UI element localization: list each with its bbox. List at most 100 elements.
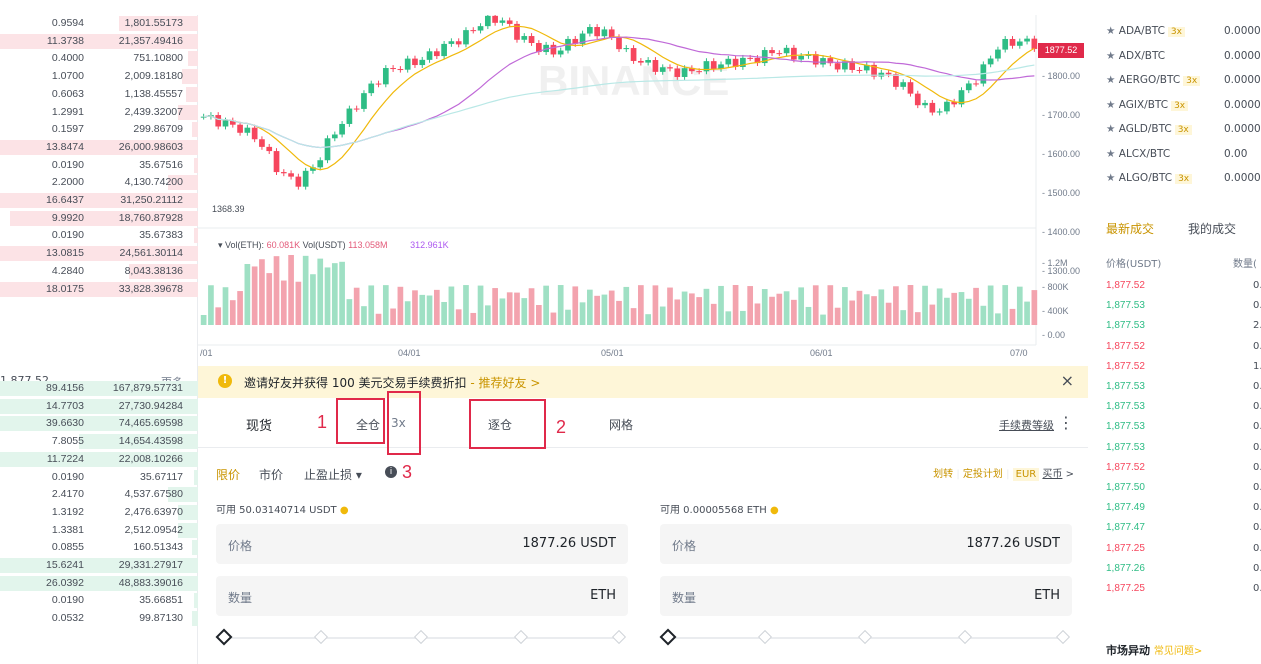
- kline-chart[interactable]: BINANCE - 1800.00- 1700.00- 1600.00- 1500…: [198, 15, 1088, 365]
- orderbook-ask-row[interactable]: 0.9594 1,801.55173: [0, 15, 198, 33]
- bid-total: 4,537.67580: [124, 488, 183, 501]
- star-icon[interactable]: ★: [1106, 148, 1115, 160]
- market-pair[interactable]: ★ ALCX/BTC: [1106, 148, 1170, 160]
- candle-body: [623, 48, 630, 50]
- orderbook-ask-row[interactable]: 4.2840 8,043.38136: [0, 263, 198, 281]
- orderbook-ask-row[interactable]: 16.6437 31,250.21112: [0, 192, 198, 210]
- sell-price-field[interactable]: 价格 1877.26 USDT: [660, 524, 1072, 564]
- orderbook-bid-row[interactable]: 0.0190 35.67117: [0, 469, 198, 487]
- ask-qty: 2.2000: [51, 176, 84, 189]
- star-icon[interactable]: ★: [1106, 99, 1115, 111]
- slider-step[interactable]: [313, 629, 329, 645]
- candle-body: [1024, 38, 1030, 42]
- orderbook-bid-row[interactable]: 89.4156 167,879.57731: [0, 380, 198, 398]
- market-pair[interactable]: ★ AERGO/BTC 3x: [1106, 74, 1201, 86]
- more-icon[interactable]: ⋮: [1058, 413, 1074, 432]
- market-pair[interactable]: ★ AGIX/BTC 3x: [1106, 99, 1189, 111]
- orderbook-bid-row[interactable]: 0.0190 35.66851: [0, 592, 198, 610]
- referral-link[interactable]: - 推荐好友 >: [470, 376, 540, 390]
- slider-step[interactable]: [1055, 629, 1071, 645]
- orderbook-bid-row[interactable]: 39.6630 74,465.69598: [0, 415, 198, 433]
- plus-circle-icon[interactable]: ●: [340, 505, 349, 516]
- volume-bar: [958, 292, 965, 325]
- order-type-market[interactable]: 市价: [259, 466, 283, 483]
- star-icon[interactable]: ★: [1106, 50, 1115, 62]
- candle-body: [222, 120, 229, 127]
- trade-row-qty: 0.: [1253, 562, 1261, 574]
- tab-spot[interactable]: 现货: [246, 415, 272, 434]
- auto-invest-link[interactable]: 定投计划: [963, 469, 1003, 480]
- orderbook-ask-row[interactable]: 18.0175 33,828.39678: [0, 281, 198, 299]
- sell-amount-slider[interactable]: [659, 628, 1072, 648]
- orderbook-ask-row[interactable]: 0.0190 35.67383: [0, 227, 198, 245]
- slider-step[interactable]: [757, 629, 773, 645]
- market-pair[interactable]: ★ ADX/BTC: [1106, 50, 1165, 62]
- orderbook-bid-row[interactable]: 11.7224 22,008.10266: [0, 451, 198, 469]
- orderbook-ask-row[interactable]: 0.1597 299.86709: [0, 121, 198, 139]
- orderbook-bid-row[interactable]: 1.3192 2,476.63970: [0, 504, 198, 522]
- orderbook-bid-row[interactable]: 0.0532 99.87130: [0, 610, 198, 628]
- sell-qty-field[interactable]: 数量 ETH: [660, 576, 1072, 616]
- volume-bar: [310, 274, 316, 325]
- tab-my-trades[interactable]: 我的成交: [1188, 220, 1236, 237]
- orderbook-bid-row[interactable]: 1.3381 2,512.09542: [0, 522, 198, 540]
- star-icon[interactable]: ★: [1106, 74, 1115, 86]
- orderbook-bid-row[interactable]: 14.7703 27,730.94284: [0, 398, 198, 416]
- close-icon[interactable]: ×: [1061, 371, 1074, 390]
- bid-qty: 1.3381: [51, 523, 84, 536]
- triangle-down-icon[interactable]: ▾: [218, 240, 225, 250]
- order-type-stop[interactable]: 止盈止损 ▾: [304, 466, 362, 483]
- slider-step[interactable]: [513, 629, 529, 645]
- tab-grid[interactable]: 网格: [609, 416, 633, 433]
- buy-crypto-link[interactable]: 买币: [1042, 469, 1062, 480]
- market-pair[interactable]: ★ ADA/BTC 3x: [1106, 25, 1185, 37]
- candle-body: [798, 55, 805, 60]
- currency-badge[interactable]: EUR: [1012, 468, 1040, 481]
- orderbook-bid-row[interactable]: 15.6241 29,331.27917: [0, 557, 198, 575]
- orderbook-ask-row[interactable]: 0.0190 35.67516: [0, 157, 198, 175]
- slider-step[interactable]: [857, 629, 873, 645]
- slider-handle[interactable]: [215, 628, 233, 646]
- fee-level-link[interactable]: 手续费等级: [999, 417, 1054, 433]
- orderbook-bid-row[interactable]: 7.8055 14,654.43598: [0, 433, 198, 451]
- slider-handle[interactable]: [659, 628, 677, 646]
- price-axis-label: - 1700.00: [1042, 110, 1080, 120]
- orderbook-ask-row[interactable]: 1.2991 2,439.32007: [0, 104, 198, 122]
- star-icon[interactable]: ★: [1106, 25, 1115, 37]
- buy-amount-slider[interactable]: [215, 628, 628, 648]
- orderbook-ask-row[interactable]: 9.9920 18,760.87928: [0, 210, 198, 228]
- plus-circle-icon[interactable]: ●: [770, 505, 779, 516]
- orderbook-ask-row[interactable]: 2.2000 4,130.74200: [0, 174, 198, 192]
- buy-qty-field[interactable]: 数量 ETH: [216, 576, 628, 616]
- kline-svg[interactable]: BINANCE - 1800.00- 1700.00- 1600.00- 1500…: [198, 15, 1088, 365]
- orderbook-bid-row[interactable]: 0.0855 160.51343: [0, 539, 198, 557]
- trade-row-qty: 0.: [1253, 542, 1261, 554]
- market-pair[interactable]: ★ AGLD/BTC 3x: [1106, 123, 1192, 135]
- order-type-limit[interactable]: 限价: [216, 466, 240, 483]
- slider-step[interactable]: [413, 629, 429, 645]
- buy-price-field[interactable]: 价格 1877.26 USDT: [216, 524, 628, 564]
- tab-latest-trades[interactable]: 最新成交: [1106, 220, 1154, 237]
- low-price-label: 1368.39: [212, 204, 245, 214]
- chevron-right-icon[interactable]: >: [1066, 469, 1074, 480]
- orderbook-ask-row[interactable]: 1.0700 2,009.18180: [0, 68, 198, 86]
- info-icon[interactable]: i: [385, 466, 397, 478]
- transfer-link[interactable]: 划转: [933, 469, 953, 480]
- orderbook-ask-row[interactable]: 0.4000 751.10800: [0, 50, 198, 68]
- faq-link[interactable]: 常见问题>: [1154, 646, 1202, 657]
- bid-total: 99.87130: [139, 612, 183, 625]
- slider-step[interactable]: [611, 629, 627, 645]
- order-book: 0.9594 1,801.55173 11.3738 21,357.49416 0.40…: [0, 15, 198, 664]
- orderbook-ask-row[interactable]: 13.0815 24,561.30114: [0, 245, 198, 263]
- orderbook-bid-row[interactable]: 26.0392 48,883.39016: [0, 575, 198, 593]
- star-icon[interactable]: ★: [1106, 172, 1115, 184]
- market-pair[interactable]: ★ ALGO/BTC 3x: [1106, 172, 1193, 184]
- slider-step[interactable]: [957, 629, 973, 645]
- ask-qty: 1.2991: [51, 105, 84, 118]
- volume-bar: [215, 307, 222, 325]
- orderbook-ask-row[interactable]: 13.8474 26,000.98603: [0, 139, 198, 157]
- orderbook-ask-row[interactable]: 11.3738 21,357.49416: [0, 33, 198, 51]
- star-icon[interactable]: ★: [1106, 123, 1115, 135]
- orderbook-ask-row[interactable]: 0.6063 1,138.45557: [0, 86, 198, 104]
- orderbook-bid-row[interactable]: 2.4170 4,537.67580: [0, 486, 198, 504]
